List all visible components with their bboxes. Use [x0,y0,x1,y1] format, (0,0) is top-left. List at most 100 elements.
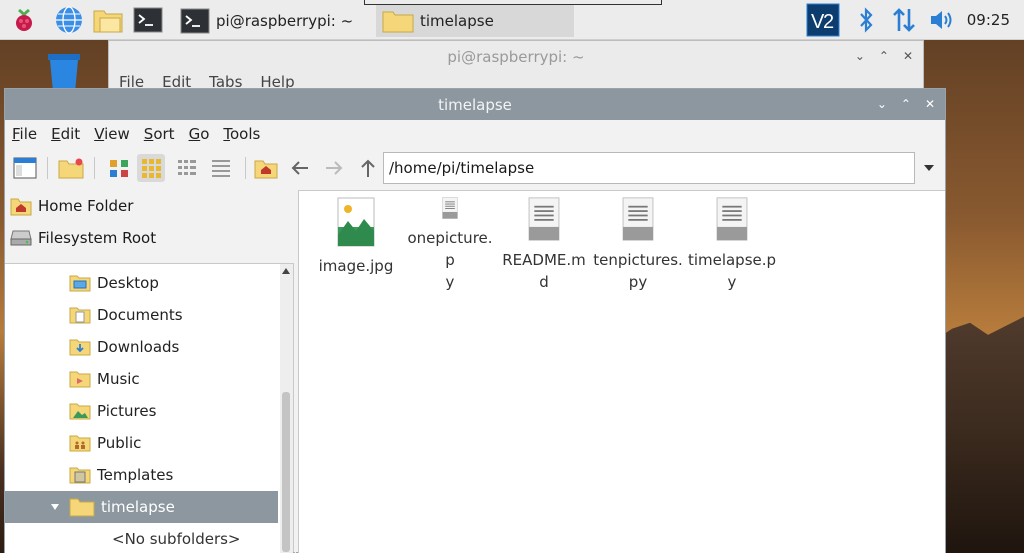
icon-view-button[interactable] [105,154,133,182]
file-item-readme[interactable]: README.m d [497,195,591,293]
hard-drive-icon [10,230,32,246]
close-icon[interactable]: ✕ [925,97,935,111]
expander-arrow-icon[interactable] [50,502,60,512]
taskbar-timelapse-label: timelapse [420,11,494,30]
menu-sort[interactable]: Sort [144,125,175,143]
home-button[interactable] [252,154,280,182]
tree-item-label: Templates [97,466,174,484]
new-window-icon [13,157,37,179]
menu-tools-mnemonic: T [223,125,230,143]
file-manager-titlebar[interactable]: timelapse ⌄ ⌃ ✕ [5,89,945,120]
text-file-icon [716,197,748,241]
file-name: onepicture.p y [403,227,497,293]
minimize-icon[interactable]: ⌄ [855,49,865,63]
menu-edit-label: dit [60,125,81,143]
tree-scrollbar[interactable] [280,264,293,553]
image-file-icon [337,197,375,247]
text-file-icon [622,197,654,241]
thumbnail-view-icon [142,159,161,178]
taskbar-terminal[interactable]: pi@raspberrypi: ~ [174,4,364,37]
scroll-up-arrow-icon[interactable] [282,268,290,274]
bluetooth-icon[interactable] [855,5,877,35]
home-folder-icon [10,198,32,216]
menu-go[interactable]: Go [189,125,210,143]
network-icon[interactable] [890,5,918,35]
forward-button[interactable] [320,154,348,182]
list-view-button[interactable] [207,154,235,182]
file-name: tenpictures. py [591,249,685,293]
web-browser-icon[interactable] [53,5,85,35]
taskbar-timelapse[interactable]: timelapse [376,4,574,37]
text-file-icon [442,197,458,219]
thumbnail-view-button[interactable] [137,154,165,182]
tree-item-label: Downloads [97,338,180,356]
file-item-image[interactable]: image.jpg [309,195,403,293]
folder-icon [382,11,414,32]
file-name-line1: image.jpg [318,257,394,275]
vnc-icon[interactable]: V 2 [805,3,841,37]
file-item-tenpictures[interactable]: tenpictures. py [591,195,685,293]
terminal-launcher-icon[interactable] [132,5,164,35]
file-view: image.jpg onepicture.p y README.m d tenp… [298,190,945,553]
svg-text:2: 2 [823,11,834,33]
compact-view-icon [178,160,196,175]
toolbar-separator [94,157,95,179]
raspberry-menu-icon[interactable] [8,5,40,35]
maximize-icon[interactable]: ⌃ [901,97,911,111]
new-folder-button[interactable] [57,154,85,182]
no-subfolders-label: <No subfolders> [112,530,241,548]
scrollbar-thumb[interactable] [282,392,290,552]
menu-edit[interactable]: Edit [51,125,80,143]
tree-item-downloads[interactable]: Downloads [5,331,278,363]
file-item-onepicture[interactable]: onepicture.p y [403,195,497,293]
tree-item-desktop[interactable]: Desktop [5,267,278,299]
documents-folder-icon [69,307,91,324]
tree-item-templates[interactable]: Templates [5,459,278,491]
clock[interactable]: 09:25 [967,11,1010,29]
volume-icon[interactable] [928,5,958,35]
file-item-timelapse[interactable]: timelapse.p y [685,195,779,293]
compact-view-button[interactable] [173,154,201,182]
tree-item-pictures[interactable]: Pictures [5,395,278,427]
tree-item-label: Pictures [97,402,157,420]
terminal-title[interactable]: pi@raspberrypi: ~ [109,41,923,73]
new-folder-icon [58,158,84,179]
new-window-button[interactable] [11,154,39,182]
terminal-icon [180,8,210,33]
folder-tree: Desktop Documents Downloads Music Pictur… [5,263,294,553]
chevron-down-icon [924,165,934,171]
back-button[interactable] [286,154,314,182]
minimize-icon[interactable]: ⌄ [877,97,887,111]
file-manager-launcher-icon[interactable] [91,5,125,35]
wastebasket-icon[interactable] [42,52,86,92]
file-manager-window: timelapse ⌄ ⌃ ✕ File Edit View Sort Go T… [4,88,946,553]
tree-item-label: Desktop [97,274,159,292]
home-icon [254,160,278,179]
forward-arrow-icon [326,161,343,175]
menu-file[interactable]: File [12,125,37,143]
file-name: timelapse.p y [685,249,779,293]
up-arrow-icon [361,159,375,177]
downloads-folder-icon [69,339,91,356]
tree-item-public[interactable]: Public [5,427,278,459]
path-history-dropdown[interactable] [921,158,937,178]
tree-item-label: Documents [97,306,183,324]
menu-edit-mnemonic: E [51,125,61,143]
place-filesystem-root[interactable]: Filesystem Root [5,222,296,254]
tree-item-documents[interactable]: Documents [5,299,278,331]
back-arrow-icon [291,161,308,175]
tree-item-timelapse[interactable]: timelapse [5,491,278,523]
file-name: image.jpg [309,255,403,277]
menu-view[interactable]: View [94,125,130,143]
maximize-icon[interactable]: ⌃ [879,49,889,63]
tree-item-music[interactable]: Music [5,363,278,395]
up-button[interactable] [354,154,382,182]
menu-tools-label: ools [230,125,261,143]
place-filesystem-root-label: Filesystem Root [38,229,157,247]
tree-item-label: Public [97,434,142,452]
close-icon[interactable]: ✕ [903,49,913,63]
menu-tools[interactable]: Tools [223,125,260,143]
place-home-folder[interactable]: Home Folder [5,190,296,222]
list-view-icon [212,160,230,177]
path-input[interactable]: /home/pi/timelapse [383,152,915,184]
